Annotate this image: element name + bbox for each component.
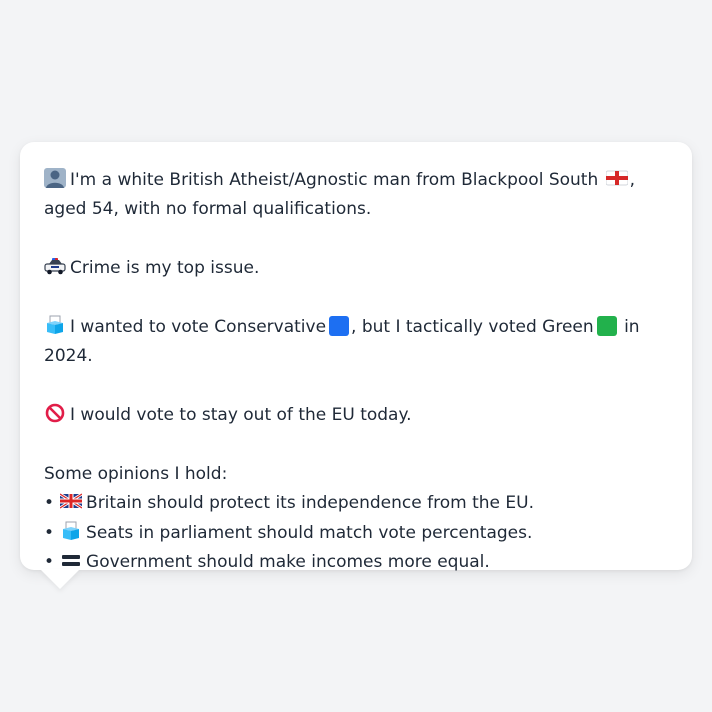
opinion-item: • Britain should protect its independenc…	[44, 489, 672, 518]
bust-in-silhouette-icon	[44, 168, 66, 188]
bullet: •	[44, 522, 55, 543]
opinion-text: Seats in parliament should match vote pe…	[86, 522, 533, 543]
opinion-item: • Seats in parliament should match vote …	[44, 519, 672, 548]
crime-text: Crime is my top issue.	[70, 258, 260, 279]
persona-intro: I'm a white British Atheist/Agnostic man…	[44, 166, 672, 225]
vote-text-b: , but I tactically voted Green	[351, 317, 594, 337]
ballot-box-icon	[63, 521, 80, 540]
vote-text-a: I wanted to vote Conservative	[70, 317, 327, 337]
opinion-text: Government should make incomes more equa…	[86, 552, 490, 573]
bullet: •	[44, 493, 55, 514]
prohibited-icon	[45, 403, 65, 423]
green-square-icon	[596, 316, 617, 336]
opinions-heading: Some opinions I hold:	[44, 464, 228, 484]
eu-text: I would vote to stay out of the EU today…	[70, 405, 412, 426]
persona-eu-stance: I would vote to stay out of the EU today…	[44, 401, 672, 430]
uk-flag-icon	[60, 493, 83, 510]
intro-text: I'm a white British Atheist/Agnostic man…	[70, 170, 599, 190]
ballot-box-icon	[47, 315, 63, 334]
opinion-text: Britain should protect its independence …	[86, 493, 534, 514]
bubble-tail	[40, 569, 80, 589]
police-car-icon	[44, 258, 66, 275]
persona-message-bubble: I'm a white British Atheist/Agnostic man…	[20, 142, 692, 572]
conservative-blue-square-icon	[329, 316, 350, 336]
heavy-equals-icon	[62, 555, 81, 567]
persona-top-issue: Crime is my top issue.	[44, 254, 672, 283]
chat-stage: I'm a white British Atheist/Agnostic man…	[0, 0, 712, 712]
persona-vote-2024: I wanted to vote Conservative , but I tac…	[44, 313, 672, 372]
england-flag-icon	[605, 170, 628, 186]
opinion-item: • Government should make incomes more eq…	[44, 548, 672, 577]
